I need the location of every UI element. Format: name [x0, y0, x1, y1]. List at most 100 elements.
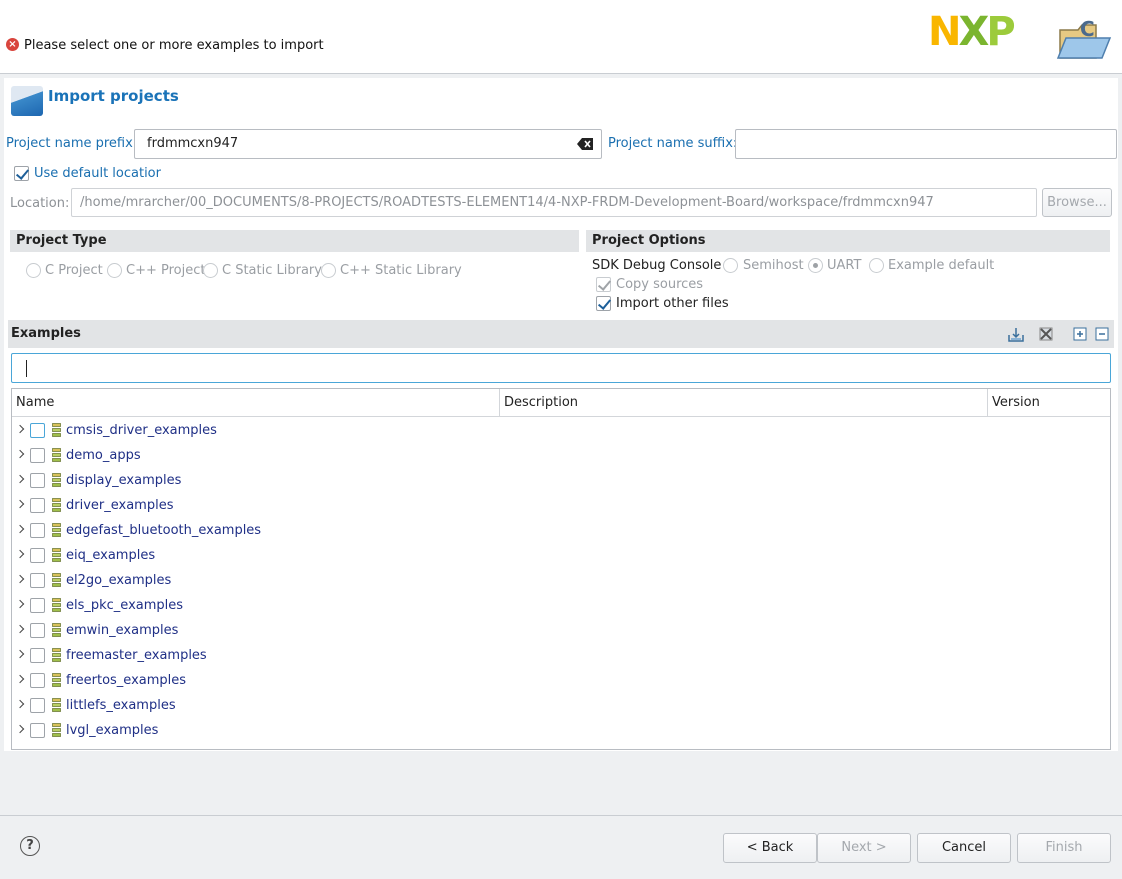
- example-group-icon: [52, 648, 61, 662]
- back-button[interactable]: < Back: [723, 833, 817, 863]
- prefix-label: Project name prefix:: [6, 136, 138, 151]
- page-title: Import projects: [48, 87, 179, 105]
- import-archive-icon[interactable]: [1008, 326, 1024, 342]
- clear-selection-icon[interactable]: [1038, 326, 1054, 342]
- radio-c-project: [26, 263, 41, 278]
- example-checkbox[interactable]: [30, 648, 45, 663]
- example-group-icon: [52, 423, 61, 437]
- example-name: cmsis_driver_examples: [66, 423, 217, 438]
- example-name: eiq_examples: [66, 548, 156, 563]
- svg-text:C: C: [1080, 17, 1095, 41]
- example-name: lvgl_examples: [66, 723, 159, 738]
- chevron-right-icon[interactable]: [15, 449, 25, 459]
- tree-row[interactable]: edgefast_bluetooth_examples: [12, 519, 1110, 544]
- example-checkbox[interactable]: [30, 723, 45, 738]
- nxp-logo: NXP: [928, 9, 1016, 55]
- chevron-right-icon[interactable]: [15, 699, 25, 709]
- chevron-right-icon[interactable]: [15, 624, 25, 634]
- radio-example-default: [869, 258, 884, 273]
- tree-row[interactable]: demo_apps: [12, 444, 1110, 469]
- tree-row[interactable]: littlefs_examples: [12, 694, 1110, 719]
- chevron-right-icon[interactable]: [15, 599, 25, 609]
- chevron-right-icon[interactable]: [15, 549, 25, 559]
- radio-c-project-label: C Project: [45, 263, 103, 278]
- use-default-location-label[interactable]: Use default locatior: [34, 166, 161, 181]
- radio-semihost: [723, 258, 738, 273]
- example-name: driver_examples: [66, 498, 174, 513]
- tree-row[interactable]: lvgl_examples: [12, 719, 1110, 744]
- tree-row[interactable]: els_pkc_examples: [12, 594, 1110, 619]
- tree-row[interactable]: el2go_examples: [12, 569, 1110, 594]
- header-message: Please select one or more examples to im…: [24, 38, 324, 53]
- example-checkbox[interactable]: [30, 573, 45, 588]
- column-description[interactable]: Description: [500, 389, 988, 417]
- location-input: /home/mrarcher/00_DOCUMENTS/8-PROJECTS/R…: [71, 188, 1037, 217]
- clear-text-icon[interactable]: [577, 138, 593, 150]
- radio-c-static-library-label: C Static Library: [222, 263, 322, 278]
- project-options-heading: Project Options: [586, 230, 1110, 252]
- chevron-right-icon[interactable]: [15, 499, 25, 509]
- sdk-debug-console-label: SDK Debug Console: [592, 258, 722, 273]
- use-default-location-checkbox[interactable]: [14, 166, 29, 181]
- project-prefix-input[interactable]: frdmmcxn947: [134, 129, 602, 159]
- tree-row[interactable]: freemaster_examples: [12, 644, 1110, 669]
- examples-filter-input[interactable]: [11, 353, 1111, 383]
- column-name[interactable]: Name: [12, 389, 500, 417]
- tree-row[interactable]: display_examples: [12, 469, 1110, 494]
- text-cursor: [26, 360, 27, 377]
- import-panel: Import projects Project name prefix: frd…: [4, 78, 1118, 751]
- example-group-icon: [52, 723, 61, 737]
- location-label: Location:: [10, 196, 70, 211]
- example-group-icon: [52, 473, 61, 487]
- example-checkbox[interactable]: [30, 523, 45, 538]
- folder-wizard-icon: C: [1056, 17, 1112, 59]
- import-wizard-icon: [11, 86, 43, 116]
- example-checkbox[interactable]: [30, 423, 45, 438]
- chevron-right-icon[interactable]: [15, 724, 25, 734]
- example-checkbox[interactable]: [30, 498, 45, 513]
- suffix-label: Project name suffix:: [608, 136, 738, 151]
- chevron-right-icon[interactable]: [15, 649, 25, 659]
- column-version[interactable]: Version: [988, 389, 1110, 417]
- example-checkbox[interactable]: [30, 698, 45, 713]
- import-other-files-label[interactable]: Import other files: [616, 296, 729, 311]
- footer-divider: [0, 815, 1122, 816]
- collapse-all-icon[interactable]: [1094, 326, 1110, 342]
- example-checkbox[interactable]: [30, 673, 45, 688]
- example-name: demo_apps: [66, 448, 141, 463]
- tree-row[interactable]: eiq_examples: [12, 544, 1110, 569]
- expand-all-icon[interactable]: [1072, 326, 1088, 342]
- cancel-button[interactable]: Cancel: [917, 833, 1011, 863]
- chevron-right-icon[interactable]: [15, 524, 25, 534]
- chevron-right-icon[interactable]: [15, 474, 25, 484]
- radio-cpp-project-label: C++ Project: [126, 263, 206, 278]
- chevron-right-icon[interactable]: [15, 574, 25, 584]
- next-button: Next >: [817, 833, 911, 863]
- radio-uart-label: UART: [827, 258, 862, 273]
- example-name: littlefs_examples: [66, 698, 176, 713]
- project-suffix-input[interactable]: [735, 129, 1117, 159]
- example-group-icon: [52, 623, 61, 637]
- help-icon[interactable]: ?: [20, 836, 40, 856]
- chevron-right-icon[interactable]: [15, 674, 25, 684]
- radio-cpp-project: [107, 263, 122, 278]
- radio-uart: [808, 258, 823, 273]
- example-group-icon: [52, 598, 61, 612]
- example-checkbox[interactable]: [30, 623, 45, 638]
- tree-row[interactable]: driver_examples: [12, 494, 1110, 519]
- example-checkbox[interactable]: [30, 548, 45, 563]
- copy-sources-checkbox: [596, 277, 611, 292]
- error-icon: ×: [6, 38, 19, 51]
- example-checkbox[interactable]: [30, 473, 45, 488]
- radio-cpp-static-library-label: C++ Static Library: [340, 263, 462, 278]
- tree-row[interactable]: cmsis_driver_examples: [12, 419, 1110, 444]
- example-checkbox[interactable]: [30, 448, 45, 463]
- example-group-icon: [52, 498, 61, 512]
- tree-row[interactable]: freertos_examples: [12, 669, 1110, 694]
- example-checkbox[interactable]: [30, 598, 45, 613]
- example-group-icon: [52, 573, 61, 587]
- chevron-right-icon[interactable]: [15, 424, 25, 434]
- import-other-files-checkbox[interactable]: [596, 296, 611, 311]
- example-name: emwin_examples: [66, 623, 179, 638]
- tree-row[interactable]: emwin_examples: [12, 619, 1110, 644]
